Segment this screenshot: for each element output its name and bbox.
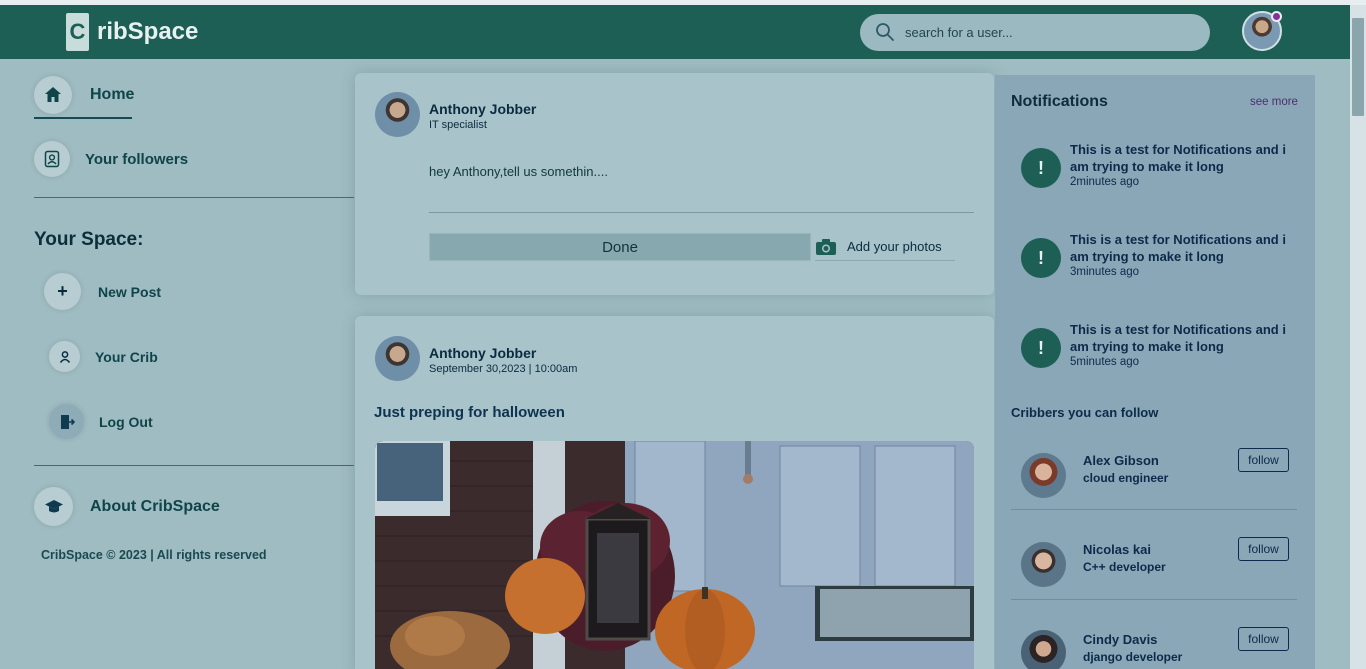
sidebar-item-label: Home — [90, 86, 135, 103]
notification-time: 5minutes ago — [1070, 356, 1140, 368]
sidebar-item-label: Your followers — [85, 150, 189, 168]
avatar[interactable] — [375, 336, 420, 381]
divider — [34, 197, 354, 198]
alert-icon: ! — [1021, 238, 1061, 278]
divider — [429, 212, 974, 213]
notification-text: This is a test for Notifications and i a… — [1070, 142, 1286, 174]
search-bar — [860, 14, 1210, 51]
notifications-panel: Notifications see more ! This is a test … — [995, 75, 1315, 669]
composer-user-role: IT specialist — [429, 119, 487, 131]
post-timestamp: September 30,2023 | 10:00am — [429, 363, 578, 375]
post-image[interactable] — [375, 441, 974, 669]
follow-button[interactable]: follow — [1238, 537, 1289, 561]
composer-user-name[interactable]: Anthony Jobber — [429, 101, 536, 117]
search-input[interactable] — [905, 14, 1195, 51]
avatar[interactable] — [1021, 542, 1066, 587]
logout-icon — [49, 404, 84, 439]
online-status-dot — [1271, 11, 1282, 22]
left-sidebar: Home Your followers Your Space: + New Po… — [0, 59, 354, 669]
suggestion-name[interactable]: Alex Gibson — [1083, 453, 1159, 468]
sidebar-item-about[interactable]: About CribSpace — [34, 487, 220, 526]
see-more-link[interactable]: see more — [1250, 96, 1298, 108]
post-user-name[interactable]: Anthony Jobber — [429, 345, 536, 361]
notification-text: This is a test for Notifications and i a… — [1070, 232, 1286, 264]
notification-time: 2minutes ago — [1070, 176, 1140, 188]
sidebar-item-label: About CribSpace — [90, 497, 220, 515]
divider — [34, 465, 354, 466]
footer-copyright: CribSpace © 2023 | All rights reserved — [41, 548, 267, 562]
add-photos-button[interactable]: Add your photos — [815, 233, 955, 261]
search-icon[interactable] — [875, 22, 895, 42]
avatar[interactable] — [1021, 630, 1066, 669]
follow-button[interactable]: follow — [1238, 627, 1289, 651]
composer-input[interactable]: hey Anthony,tell us somethin.... — [429, 164, 608, 179]
done-button[interactable]: Done — [429, 233, 811, 261]
divider — [1011, 509, 1297, 510]
scrollbar-thumb[interactable] — [1352, 18, 1364, 116]
graduation-cap-icon — [34, 487, 73, 526]
sidebar-item-logout[interactable]: Log Out — [49, 404, 153, 439]
sidebar-item-label: New Post — [98, 283, 162, 300]
post-caption: Just preping for halloween — [374, 404, 565, 421]
suggestion-name[interactable]: Nicolas kai — [1083, 542, 1151, 557]
notification-time: 3minutes ago — [1070, 266, 1140, 278]
active-tab-indicator — [34, 117, 132, 119]
suggestion-role: django developer — [1083, 650, 1183, 664]
add-photos-label: Add your photos — [847, 239, 942, 254]
post-card: Anthony Jobber September 30,2023 | 10:00… — [355, 316, 994, 669]
camera-icon — [816, 238, 836, 255]
home-icon — [34, 76, 72, 114]
divider — [1011, 599, 1297, 600]
sidebar-item-label: Log Out — [99, 413, 153, 430]
sidebar-item-new-post[interactable]: + New Post — [44, 273, 161, 310]
section-title: Your Space: — [34, 229, 144, 250]
sidebar-item-label: Your Crib — [95, 348, 158, 365]
post-composer: Anthony Jobber IT specialist hey Anthony… — [355, 73, 994, 295]
suggestions-title: Cribbers you can follow — [1011, 405, 1159, 420]
sidebar-item-followers[interactable]: Your followers — [34, 141, 188, 177]
logo-text: ribSpace — [97, 18, 199, 45]
follow-button[interactable]: follow — [1238, 448, 1289, 472]
logo[interactable]: C ribSpace — [66, 13, 198, 51]
sidebar-item-your-crib[interactable]: Your Crib — [49, 341, 158, 372]
plus-icon: + — [44, 273, 81, 310]
logo-letter: C — [66, 13, 89, 51]
sidebar-item-home[interactable]: Home — [34, 76, 134, 114]
avatar[interactable] — [1021, 453, 1066, 498]
contact-icon — [34, 141, 70, 177]
suggestion-name[interactable]: Cindy Davis — [1083, 632, 1157, 647]
notification-text: This is a test for Notifications and i a… — [1070, 322, 1286, 354]
suggestion-role: cloud engineer — [1083, 471, 1169, 485]
user-icon — [49, 341, 80, 372]
notifications-title: Notifications — [1011, 93, 1108, 110]
alert-icon: ! — [1021, 328, 1061, 368]
alert-icon: ! — [1021, 148, 1061, 188]
suggestion-role: C++ developer — [1083, 560, 1166, 574]
top-navbar: C ribSpace — [0, 5, 1350, 59]
avatar[interactable] — [375, 92, 420, 137]
